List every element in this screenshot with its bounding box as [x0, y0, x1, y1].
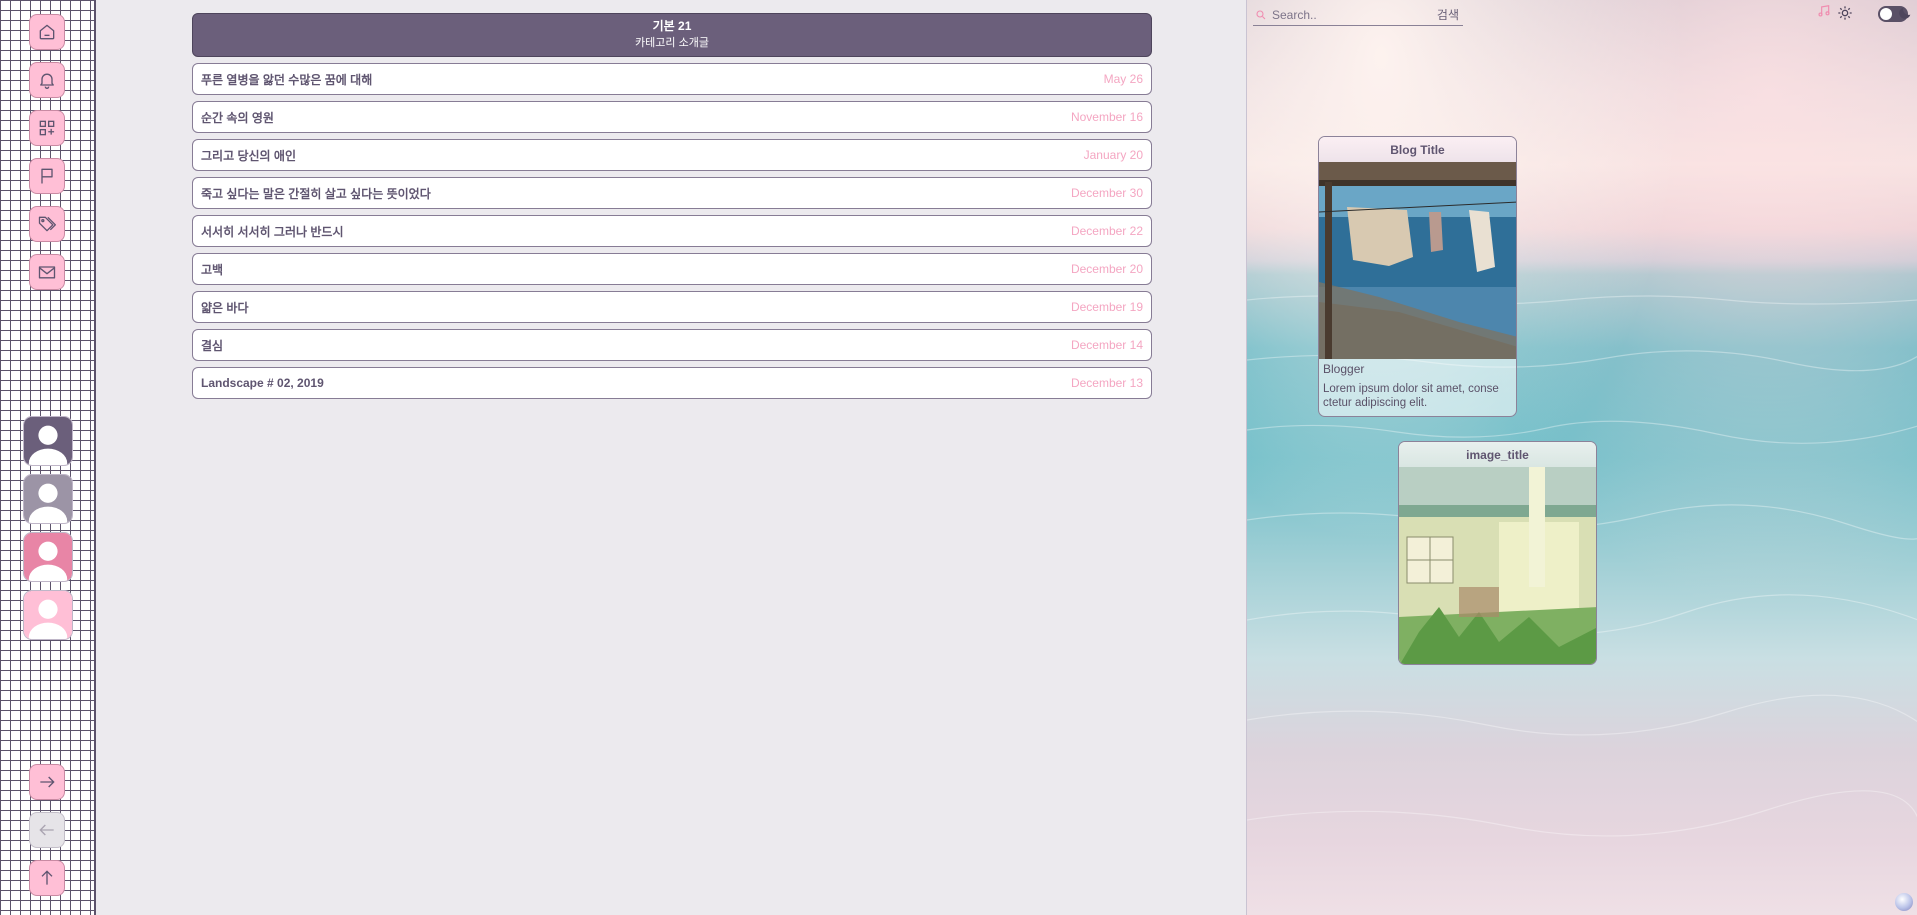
- widgets-icon: [39, 120, 55, 136]
- blog-description: Lorem ipsum dolor sit amet, conse ctetur…: [1323, 383, 1499, 409]
- toggle-knob: [1880, 8, 1892, 20]
- arrow-left-icon: [39, 824, 54, 836]
- sun-icon[interactable]: [1837, 5, 1853, 21]
- user-avatar-icon: [24, 533, 72, 581]
- bell-icon: [40, 73, 54, 89]
- image-card-title: image_title: [1399, 442, 1596, 467]
- post-row[interactable]: 죽고 싶다는 말은 간절히 살고 싶다는 뜻이었다 December 30: [192, 177, 1152, 209]
- post-row[interactable]: 푸른 열병을 앓던 수많은 꿈에 대해 May 26: [192, 63, 1152, 95]
- blog-cover-image: [1319, 162, 1516, 359]
- post-date: December 19: [1070, 300, 1143, 314]
- grid-sidebar: [0, 0, 96, 915]
- tags-button[interactable]: [29, 206, 65, 242]
- home-button[interactable]: [29, 14, 65, 50]
- arrow-right-icon: [40, 776, 55, 788]
- scroll-top-button[interactable]: [29, 860, 65, 896]
- post-row[interactable]: 서서히 서서히 그러나 반드시 December 22: [192, 215, 1152, 247]
- mail-button[interactable]: [29, 254, 65, 290]
- post-title[interactable]: 죽고 싶다는 말은 간절히 살고 싶다는 뜻이었다: [201, 185, 431, 202]
- post-title[interactable]: 그리고 당신의 애인: [201, 147, 296, 164]
- post-date: January 20: [1083, 148, 1143, 162]
- post-title[interactable]: 순간 속의 영원: [201, 109, 274, 126]
- post-title[interactable]: 푸른 열병을 앓던 수많은 꿈에 대해: [201, 71, 372, 88]
- search-bar: 검색: [1253, 4, 1463, 26]
- category-title: 기본 21: [652, 19, 692, 33]
- widgets-button[interactable]: [29, 110, 65, 146]
- post-row[interactable]: Landscape # 02, 2019 December 13: [192, 367, 1152, 399]
- chat-orb-icon[interactable]: [1895, 893, 1913, 911]
- avatar-2[interactable]: [23, 474, 73, 524]
- avatar-1[interactable]: [23, 416, 73, 466]
- post-row[interactable]: 결심 December 14: [192, 329, 1152, 361]
- user-avatar-icon: [24, 475, 72, 523]
- post-row[interactable]: 얇은 바다 December 19: [192, 291, 1152, 323]
- post-date: December 14: [1070, 338, 1143, 352]
- user-avatar-icon: [24, 591, 72, 639]
- avatar-3[interactable]: [23, 532, 73, 582]
- post-row[interactable]: 순간 속의 영원 November 16: [192, 101, 1152, 133]
- search-icon: [1256, 9, 1266, 19]
- post-title[interactable]: 결심: [201, 337, 223, 354]
- home-icon: [39, 24, 55, 40]
- arrow-up-icon: [41, 870, 53, 885]
- post-date: December 22: [1070, 224, 1143, 238]
- search-input[interactable]: [1272, 7, 1422, 22]
- post-row[interactable]: 그리고 당신의 애인 January 20: [192, 139, 1152, 171]
- blog-card-title: Blog Title: [1319, 137, 1516, 162]
- category-description: 카테고리 소개글: [635, 37, 709, 49]
- ocean-panel: 검색 Blog Title Blogger Lorem ipsum dolor: [1246, 0, 1917, 915]
- next-button[interactable]: [29, 764, 65, 800]
- post-date: December 20: [1070, 262, 1143, 276]
- post-title[interactable]: 고백: [201, 261, 223, 278]
- post-date: December 13: [1070, 376, 1143, 390]
- mail-icon: [38, 266, 56, 279]
- flag-icon: [41, 168, 53, 184]
- category-header: 기본 21 카테고리 소개글: [192, 13, 1152, 57]
- user-avatar-icon: [24, 417, 72, 465]
- moon-icon[interactable]: [1897, 5, 1913, 21]
- post-list: 기본 21 카테고리 소개글 푸른 열병을 앓던 수많은 꿈에 대해 May 2…: [192, 13, 1152, 399]
- search-button[interactable]: 검색: [1437, 6, 1459, 23]
- image-card[interactable]: image_title: [1398, 441, 1597, 665]
- post-row[interactable]: 고백 December 20: [192, 253, 1152, 285]
- blog-author: Blogger: [1323, 362, 1365, 376]
- post-date: November 16: [1070, 110, 1143, 124]
- music-icon[interactable]: [1817, 4, 1831, 18]
- previous-button[interactable]: [29, 812, 65, 848]
- post-date: May 26: [1103, 72, 1143, 86]
- notifications-button[interactable]: [29, 62, 65, 98]
- post-title[interactable]: 얇은 바다: [201, 299, 249, 316]
- post-date: December 30: [1070, 186, 1143, 200]
- tags-icon: [38, 216, 56, 232]
- image-card-photo: [1399, 467, 1596, 664]
- avatar-4[interactable]: [23, 590, 73, 640]
- blog-card[interactable]: Blog Title Blogger Lorem ipsum dolor sit…: [1318, 136, 1517, 417]
- flag-button[interactable]: [29, 158, 65, 194]
- post-title[interactable]: Landscape # 02, 2019: [201, 376, 324, 390]
- post-title[interactable]: 서서히 서서히 그러나 반드시: [201, 223, 343, 240]
